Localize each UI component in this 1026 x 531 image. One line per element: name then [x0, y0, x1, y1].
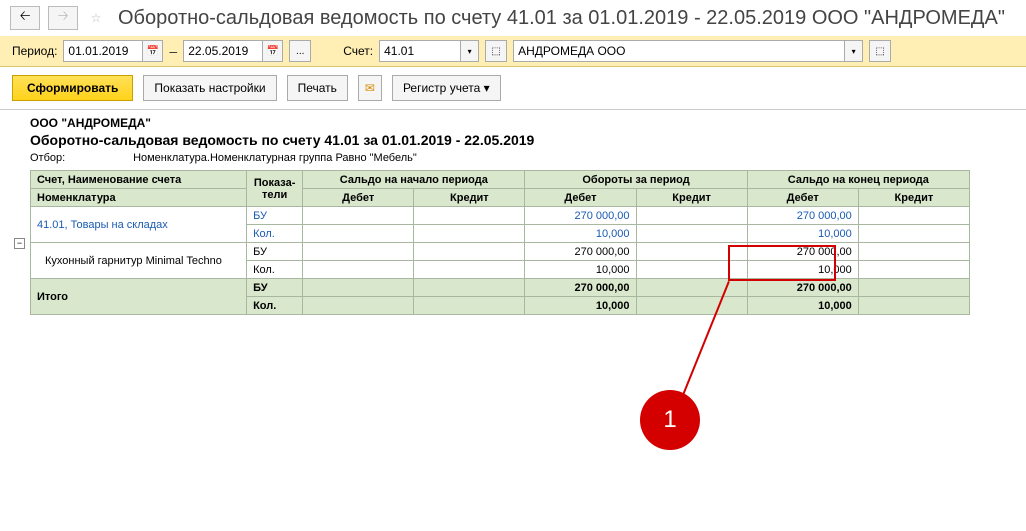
- dash-sep: –: [169, 43, 177, 59]
- chevron-down-icon[interactable]: ▾: [460, 41, 478, 61]
- print-button[interactable]: Печать: [287, 75, 348, 101]
- col-indicators: Показа- тели: [247, 171, 303, 207]
- report-title: Оборотно-сальдовая ведомость по счету 41…: [30, 132, 996, 148]
- table-row[interactable]: Кухонный гарнитур Minimal Techno БУ 270 …: [31, 243, 970, 261]
- org-open-button[interactable]: ⬚: [869, 40, 891, 62]
- account-open-button[interactable]: ⬚: [485, 40, 507, 62]
- generate-button[interactable]: Сформировать: [12, 75, 133, 101]
- envelope-icon[interactable]: ✉: [358, 75, 382, 101]
- total-row: Итого БУ 270 000,00 270 000,00: [31, 279, 970, 297]
- callout-circle: 1: [640, 390, 700, 450]
- col-turn: Обороты за период: [525, 171, 747, 189]
- table-row[interactable]: 41.01, Товары на складах БУ 270 000,00 2…: [31, 207, 970, 225]
- chevron-down-icon[interactable]: ▾: [844, 41, 862, 61]
- selection-value: Номенклатура.Номенклатурная группа Равно…: [133, 152, 417, 164]
- forward-button[interactable]: 🡢: [48, 6, 78, 30]
- star-icon[interactable]: ☆: [86, 8, 106, 28]
- calendar-icon[interactable]: 📅: [142, 41, 162, 61]
- register-button[interactable]: Регистр учета ▾: [392, 75, 501, 101]
- col-end: Сальдо на конец периода: [747, 171, 969, 189]
- org-input[interactable]: [513, 40, 863, 62]
- col-nomen: Номенклатура: [31, 189, 247, 207]
- page-title: Оборотно-сальдовая ведомость по счету 41…: [118, 7, 1005, 30]
- col-account: Счет, Наименование счета: [31, 171, 247, 189]
- collapse-button[interactable]: −: [14, 238, 25, 249]
- period-label: Период:: [12, 44, 57, 58]
- period-more-button[interactable]: ...: [289, 40, 311, 62]
- show-settings-button[interactable]: Показать настройки: [143, 75, 276, 101]
- col-start: Сальдо на начало периода: [303, 171, 525, 189]
- account-label: Счет:: [343, 44, 373, 58]
- callout-number: 1: [663, 406, 676, 434]
- selection-label: Отбор:: [30, 152, 130, 164]
- calendar-icon[interactable]: 📅: [262, 41, 282, 61]
- report-grid: Счет, Наименование счета Показа- тели Са…: [30, 170, 970, 315]
- org-name: ООО "АНДРОМЕДА": [30, 116, 996, 130]
- back-button[interactable]: 🡠: [10, 6, 40, 30]
